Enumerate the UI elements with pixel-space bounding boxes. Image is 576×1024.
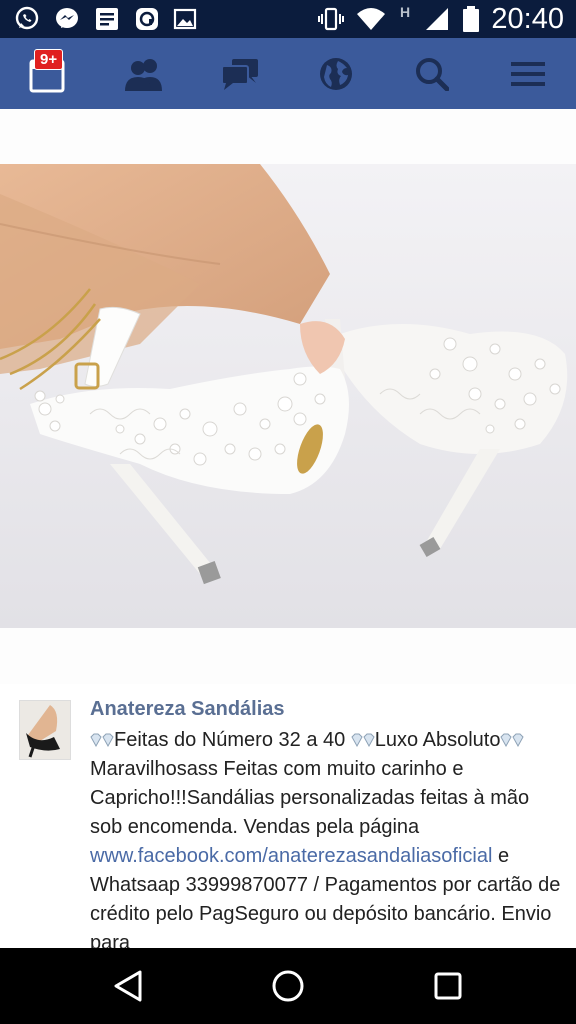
wifi-icon (357, 8, 385, 30)
notification-badge: 9+ (34, 49, 64, 70)
nav-globe-tab[interactable] (288, 38, 384, 109)
white-pearl-heels-photo (0, 164, 576, 628)
nav-search-tab[interactable] (384, 38, 480, 109)
whatsapp-icon (15, 6, 39, 30)
post-author-name[interactable]: Anatereza Sandálias (90, 698, 285, 721)
post-link[interactable]: www.facebook.com/anaterezasandaliasofici… (90, 845, 492, 867)
home-button[interactable] (268, 966, 308, 1006)
battery-icon (463, 6, 479, 32)
clock: 20:40 (491, 3, 564, 35)
nav-menu-tab[interactable] (480, 38, 576, 109)
diamond-emoji-icon (500, 733, 525, 747)
post-text-part3: Maravilhosass Feitas com muito carinho e… (90, 758, 530, 838)
back-triangle-icon (114, 970, 142, 1002)
post-text-part1: Feitas do Número 32 a 40 (114, 729, 351, 751)
nav-notifications-tab[interactable]: 9+ (0, 38, 96, 109)
back-button[interactable] (108, 966, 148, 1006)
gallery-icon (173, 8, 197, 30)
post-body: Feitas do Número 32 a 40 Luxo Absoluto Ma… (90, 726, 566, 948)
diamond-emoji-icon (90, 733, 114, 747)
home-circle-icon (272, 970, 304, 1002)
nav-friends-tab[interactable] (96, 38, 192, 109)
status-bar: H 20:40 (0, 0, 576, 38)
post-photo[interactable] (0, 164, 576, 628)
messages-icon (221, 58, 258, 90)
network-type-label: H (400, 4, 411, 20)
search-icon (416, 57, 449, 91)
avatar-shoe-image (20, 701, 70, 759)
post-text-part2: Luxo Absoluto (374, 729, 501, 751)
top-navigation-bar: 9+ (0, 38, 576, 109)
messenger-icon (56, 8, 78, 28)
photo-bottom-margin (0, 628, 576, 684)
notes-icon (96, 8, 118, 30)
system-navigation-bar (0, 948, 576, 1024)
author-avatar[interactable] (19, 700, 71, 760)
photo-top-margin (0, 109, 576, 164)
signal-icon (426, 8, 448, 30)
friends-icon (125, 58, 162, 91)
diamond-emoji-icon (351, 733, 375, 747)
app-icon (136, 8, 158, 30)
post-card: Anatereza Sandálias Feitas do Número 32 … (0, 684, 576, 948)
vibrate-icon (318, 7, 344, 31)
globe-icon (320, 57, 352, 90)
nav-messages-tab[interactable] (192, 38, 288, 109)
recent-apps-square-icon (434, 972, 462, 1000)
hamburger-menu-icon (511, 61, 545, 86)
recent-apps-button[interactable] (428, 966, 468, 1006)
